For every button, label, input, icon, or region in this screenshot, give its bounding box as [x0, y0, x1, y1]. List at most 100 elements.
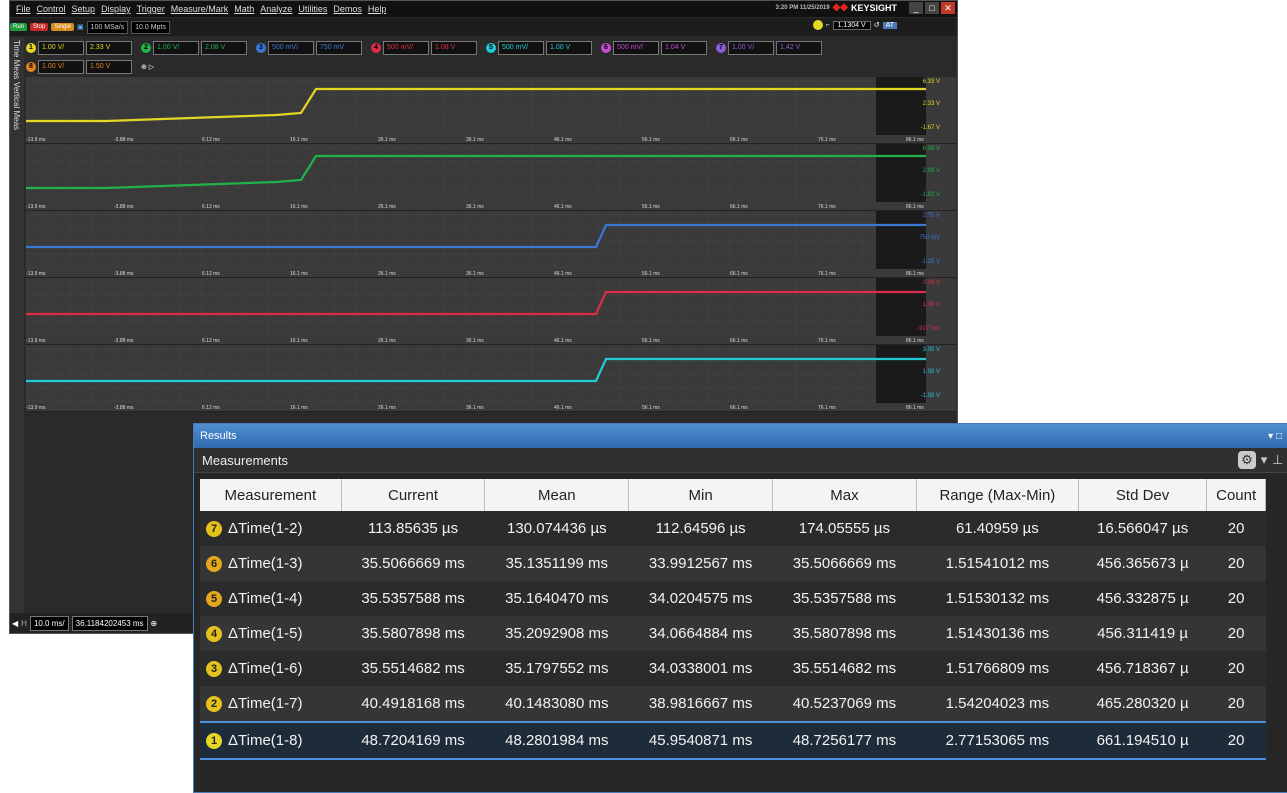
- timebase-field[interactable]: 10.0 ms/: [29, 615, 69, 631]
- channel-2-scale[interactable]: 1.00 V/: [153, 40, 199, 55]
- minimize-icon[interactable]: _: [909, 2, 923, 14]
- column-header[interactable]: Measurement: [200, 479, 342, 511]
- measurement-badge: 6: [206, 556, 222, 573]
- menu-item-math[interactable]: Math: [234, 4, 254, 14]
- column-header[interactable]: Min: [628, 479, 774, 511]
- menu-item-analyze[interactable]: Analyze: [260, 4, 292, 14]
- channel-5-scale[interactable]: 500 mV/: [498, 40, 544, 55]
- add-channel-icon[interactable]: ⊕ ▷: [141, 63, 154, 71]
- column-header[interactable]: Current: [341, 479, 486, 511]
- expand-icon[interactable]: ◀: [12, 619, 18, 628]
- menu-item-demos[interactable]: Demos: [333, 4, 362, 14]
- channel-4-control[interactable]: 4 500 mV/1.08 V: [371, 40, 477, 55]
- channel-2-control[interactable]: 2 1.00 V/2.08 V: [141, 40, 247, 55]
- tab-time-meas[interactable]: Time Meas: [12, 40, 21, 79]
- table-row[interactable]: 6 ΔTime(1-3) 35.5066669 ms 35.1351199 ms 33.…: [200, 546, 1266, 581]
- maximize-icon[interactable]: □: [925, 2, 939, 14]
- pin-icon[interactable]: ⊥: [1272, 451, 1283, 469]
- menu-item-file[interactable]: File: [16, 4, 31, 14]
- channel-6-offset[interactable]: 1.04 V: [661, 40, 707, 55]
- run-button[interactable]: Run: [10, 23, 28, 31]
- waveform-panel-1[interactable]: -13.9 ms -3.88 ms 6.12 ms 16.1 ms 26.1 ms 36.…: [26, 77, 956, 144]
- table-row[interactable]: 4 ΔTime(1-5) 35.5807898 ms 35.2092908 ms 34.…: [200, 616, 1266, 651]
- time-tick: 86.1 ms: [906, 405, 924, 411]
- channel-8-scale[interactable]: 1.00 V/: [38, 59, 84, 74]
- menu-item-control[interactable]: Control: [37, 4, 66, 14]
- channel-2-offset[interactable]: 2.08 V: [201, 40, 247, 55]
- trigger-edge-icon: ⌐: [825, 21, 830, 29]
- time-tick: -13.9 ms: [26, 405, 46, 411]
- gear-icon[interactable]: ⚙: [1238, 451, 1256, 469]
- channel-6-icon[interactable]: 6: [601, 42, 611, 53]
- table-row[interactable]: 2 ΔTime(1-7) 40.4918168 ms 40.1483080 ms 38.…: [200, 686, 1266, 722]
- channel-3-offset[interactable]: 750 mV: [316, 40, 362, 55]
- time-tick: -3.88 ms: [114, 271, 134, 277]
- channel-7-scale[interactable]: 1.00 V/: [728, 40, 774, 55]
- column-header[interactable]: Max: [772, 479, 917, 511]
- time-tick: 66.1 ms: [730, 338, 748, 344]
- autoscale-icon[interactable]: AT: [882, 21, 897, 29]
- table-row[interactable]: 5 ΔTime(1-4) 35.5357588 ms 35.1640470 ms 34.…: [200, 581, 1266, 616]
- channel-2-icon[interactable]: 2: [141, 42, 151, 53]
- position-field[interactable]: 36.1184202453 ms: [71, 615, 148, 631]
- time-tick: 86.1 ms: [906, 338, 924, 344]
- single-button[interactable]: Single: [51, 23, 75, 31]
- waveform-panel-3[interactable]: -13.9 ms -3.88 ms 6.12 ms 16.1 ms 26.1 ms 36.…: [26, 211, 956, 278]
- column-header[interactable]: Range (Max-Min): [916, 479, 1079, 511]
- measurements-label: Measurements: [202, 452, 288, 468]
- cell-count: 20: [1206, 546, 1266, 581]
- zoom-icon[interactable]: ⊕: [151, 619, 158, 628]
- menu-item-measure-mark[interactable]: Measure/Mark: [171, 4, 229, 14]
- channel-7-icon[interactable]: 7: [716, 42, 726, 53]
- menu-item-display[interactable]: Display: [101, 4, 131, 14]
- channel-5-control[interactable]: 5 500 mV/1.00 V: [486, 40, 592, 55]
- channel-7-offset[interactable]: 1.42 V: [776, 40, 822, 55]
- waveform-panel-2[interactable]: -13.9 ms -3.88 ms 6.12 ms 16.1 ms 26.1 ms 36.…: [26, 144, 956, 211]
- menu-item-setup[interactable]: Setup: [72, 4, 96, 14]
- channel-1-scale[interactable]: 1.00 V/: [38, 40, 84, 55]
- acquire-icon[interactable]: ▣: [77, 23, 84, 31]
- trigger-level[interactable]: 1.1304 V: [832, 20, 871, 30]
- sample-rate[interactable]: 100 MSa/s: [86, 20, 129, 34]
- menu-item-help[interactable]: Help: [368, 4, 387, 14]
- channel-8-icon[interactable]: 8: [26, 61, 36, 72]
- channel-5-icon[interactable]: 5: [486, 42, 496, 53]
- table-row[interactable]: 3 ΔTime(1-6) 35.5514682 ms 35.1797552 ms 34.…: [200, 651, 1266, 686]
- channel-8-control[interactable]: 8 1.00 V/1.50 V: [26, 59, 132, 74]
- channel-3-icon[interactable]: 3: [256, 42, 266, 53]
- memory-depth[interactable]: 10.0 Mpts: [131, 20, 170, 34]
- channel-8-offset[interactable]: 1.50 V: [86, 59, 132, 74]
- waveform-area[interactable]: -13.9 ms -3.88 ms 6.12 ms 16.1 ms 26.1 ms 36.…: [26, 77, 956, 412]
- channel-4-icon[interactable]: 4: [371, 42, 381, 53]
- column-header[interactable]: Std Dev: [1078, 479, 1208, 511]
- channel-1-icon[interactable]: 1: [26, 42, 36, 53]
- undo-icon[interactable]: ↺: [874, 21, 880, 29]
- table-row[interactable]: 7 ΔTime(1-2) 113.85635 µs 130.074436 µs 112.…: [200, 511, 1266, 546]
- channel-4-scale[interactable]: 500 mV/: [383, 40, 429, 55]
- time-tick: 46.1 ms: [554, 338, 572, 344]
- channel-4-offset[interactable]: 1.08 V: [431, 40, 477, 55]
- measure-settings[interactable]: ⚙ ▾ ⊥: [1238, 451, 1283, 469]
- menu-item-utilities[interactable]: Utilities: [298, 4, 327, 14]
- channel-1-offset[interactable]: 2.33 V: [86, 40, 132, 55]
- trigger-box[interactable]: ⌐ 1.1304 V ↺ AT: [812, 20, 897, 30]
- waveform-panel-4[interactable]: -13.9 ms -3.88 ms 6.12 ms 16.1 ms 26.1 ms 36.…: [26, 278, 956, 345]
- dropdown-icon[interactable]: ▾: [1260, 451, 1268, 469]
- menu-item-trigger[interactable]: Trigger: [137, 4, 165, 14]
- waveform-panel-5[interactable]: -13.9 ms -3.88 ms 6.12 ms 16.1 ms 26.1 ms 36.…: [26, 345, 956, 412]
- channel-3-scale[interactable]: 500 mV/: [268, 40, 314, 55]
- channel-3-control[interactable]: 3 500 mV/750 mV: [256, 40, 362, 55]
- channel-7-control[interactable]: 7 1.00 V/1.42 V: [716, 40, 822, 55]
- channel-5-offset[interactable]: 1.00 V: [546, 40, 592, 55]
- close-icon[interactable]: ✕: [941, 2, 955, 14]
- time-tick: 56.1 ms: [642, 405, 660, 411]
- tab-vertical-meas[interactable]: Vertical Meas: [12, 82, 21, 130]
- stop-button[interactable]: Stop: [30, 23, 49, 31]
- column-header[interactable]: Mean: [484, 479, 630, 511]
- channel-1-control[interactable]: 1 1.00 V/2.33 V: [26, 40, 132, 55]
- channel-6-control[interactable]: 6 500 mV/1.04 V: [601, 40, 707, 55]
- column-header[interactable]: Count: [1206, 479, 1266, 511]
- channel-6-scale[interactable]: 500 mV/: [613, 40, 659, 55]
- table-row[interactable]: 1 ΔTime(1-8) 48.7204169 ms 48.2801984 ms 45.…: [200, 721, 1266, 760]
- results-window-controls-icon[interactable]: ▾ □: [1268, 431, 1282, 442]
